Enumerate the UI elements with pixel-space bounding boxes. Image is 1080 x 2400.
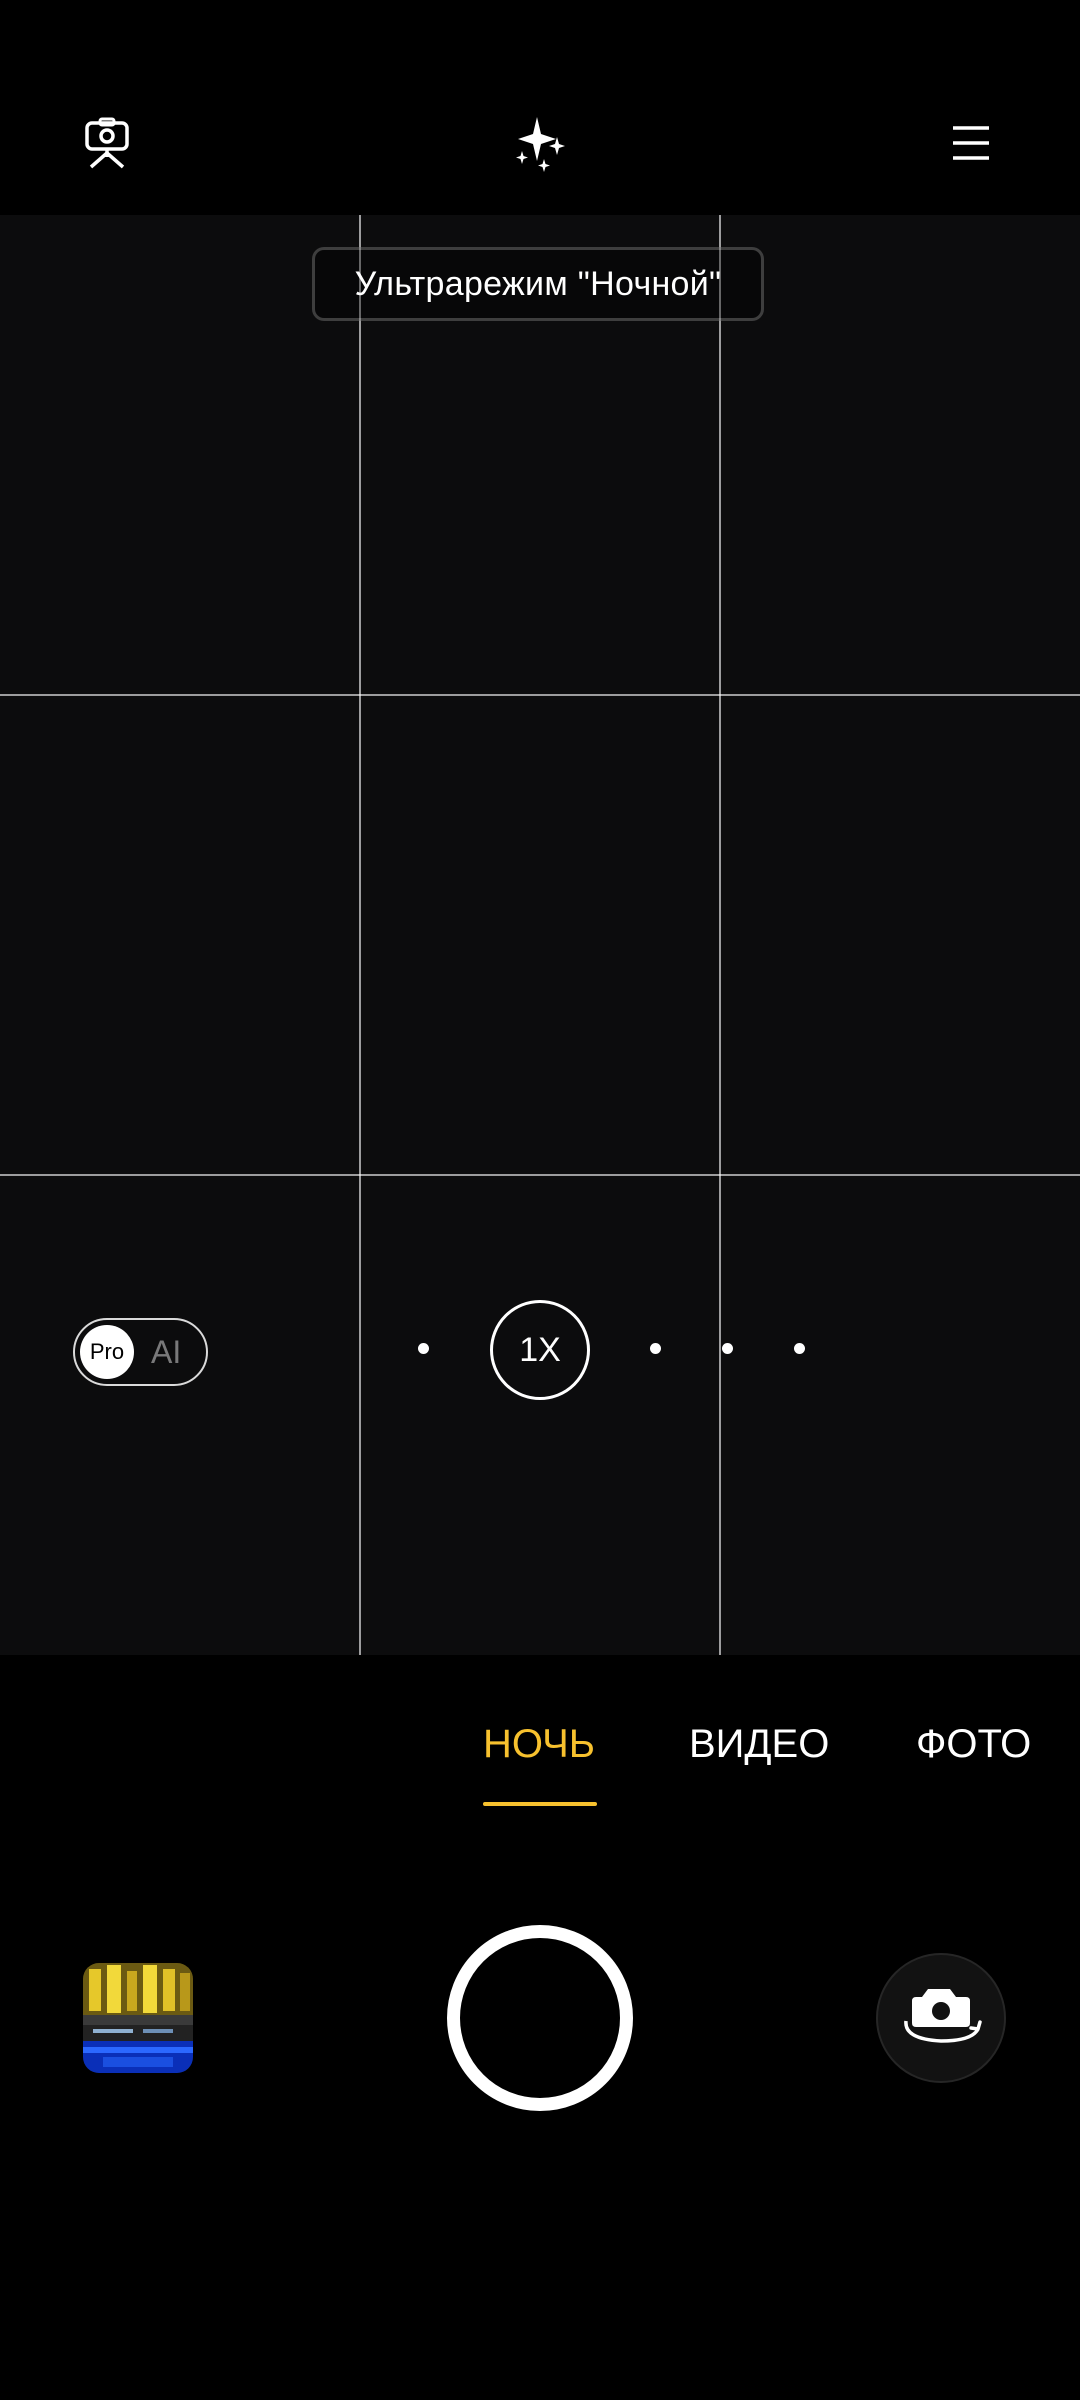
camera-viewfinder[interactable]: Ультрарежим "Ночной" xyxy=(0,215,1080,1655)
zoom-level-dot[interactable] xyxy=(418,1343,429,1354)
grid-line xyxy=(359,215,361,1655)
zoom-level-dot[interactable] xyxy=(722,1343,733,1354)
active-tab-indicator xyxy=(483,1802,597,1806)
ai-label: AI xyxy=(151,1334,182,1370)
grid-line xyxy=(0,1174,1080,1176)
pro-ai-toggle[interactable]: Pro AI xyxy=(73,1318,208,1386)
pro-label: Pro xyxy=(80,1325,134,1379)
tab-video[interactable]: ВИДЕО xyxy=(689,1714,829,1774)
grid-line xyxy=(719,215,721,1655)
switch-camera-icon xyxy=(898,1983,984,2054)
tab-night[interactable]: НОЧЬ xyxy=(483,1714,595,1774)
camera-settings-icon[interactable] xyxy=(72,108,142,178)
menu-icon[interactable] xyxy=(936,108,1006,178)
zoom-level-dot[interactable] xyxy=(650,1343,661,1354)
gallery-thumbnail[interactable] xyxy=(83,1963,193,2073)
switch-camera-button[interactable] xyxy=(876,1953,1006,2083)
top-bar xyxy=(0,0,1080,215)
zoom-button[interactable]: 1X xyxy=(490,1300,590,1400)
zoom-level-dot[interactable] xyxy=(794,1343,805,1354)
night-mode-badge[interactable]: Ультрарежим "Ночной" xyxy=(312,247,764,321)
ai-sparkle-icon[interactable] xyxy=(505,108,575,178)
shutter-button[interactable] xyxy=(447,1925,633,2111)
tab-photo[interactable]: ФОТО xyxy=(916,1714,1031,1774)
grid-line xyxy=(0,694,1080,696)
